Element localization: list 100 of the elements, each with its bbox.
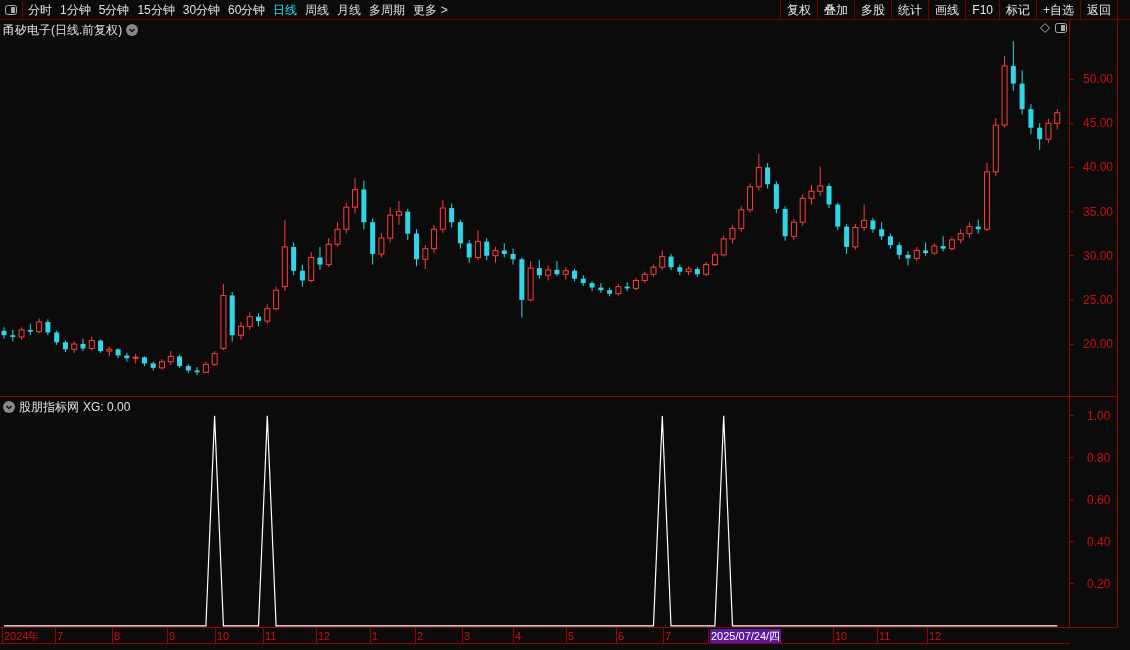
- date-axis-label: 2: [417, 628, 424, 643]
- price-axis-label: 25.00: [1083, 291, 1114, 308]
- chart-title: 甬矽电子(日线.前复权): [3, 22, 123, 39]
- candlestick: [659, 249, 666, 271]
- price-axis-label: 20.00: [1083, 336, 1114, 352]
- candlestick: [439, 199, 446, 234]
- period-tab[interactable]: 更多 >: [413, 0, 448, 19]
- indicator-axis-label: 0.20: [1087, 575, 1111, 592]
- date-axis-label: 10: [217, 628, 230, 643]
- date-axis-label: 3: [464, 628, 471, 643]
- candlestick: [1, 326, 7, 340]
- date-axis-label: 11: [879, 628, 891, 643]
- candlestick: [264, 303, 271, 325]
- period-tab[interactable]: 月线: [337, 0, 362, 19]
- chevron-down-icon[interactable]: [3, 401, 15, 413]
- indicator-reading: XG: 0.00: [83, 399, 131, 416]
- candlestick: [589, 280, 595, 292]
- indicator-axis-label: 0.80: [1087, 449, 1111, 466]
- date-axis-label: 11: [265, 628, 277, 643]
- price-axis-label: 40.00: [1083, 159, 1114, 176]
- candlestick: [1028, 103, 1034, 135]
- toolbar-button[interactable]: 返回: [1080, 0, 1117, 19]
- period-tab[interactable]: 60分钟: [228, 0, 266, 19]
- price-axis-label: 50.00: [1083, 71, 1114, 88]
- chevron-down-icon[interactable]: [126, 24, 139, 36]
- diamond-icon[interactable]: [1040, 23, 1050, 33]
- candlestick: [457, 219, 463, 250]
- date-axis-label: 10: [835, 628, 848, 643]
- indicator-axis-label: 1.00: [1087, 407, 1111, 424]
- toolbar-button[interactable]: +自选: [1036, 0, 1080, 19]
- candlestick: [395, 200, 402, 226]
- date-axis-label: 4: [515, 628, 522, 643]
- panel-icon: [5, 4, 17, 15]
- candlestick: [536, 259, 542, 280]
- candlestick: [343, 202, 350, 235]
- date-axis-label: 9: [169, 628, 176, 643]
- date-axis-label: 7: [665, 628, 672, 643]
- date-axis-label: 5: [568, 628, 575, 643]
- period-tab[interactable]: 1分钟: [60, 0, 91, 19]
- candlestick: [1054, 108, 1061, 130]
- period-tab[interactable]: 多周期: [369, 0, 406, 19]
- period-tab[interactable]: 15分钟: [137, 0, 175, 19]
- period-tab[interactable]: 30分钟: [182, 0, 221, 19]
- period-tab[interactable]: 分时: [28, 0, 52, 19]
- candlestick: [835, 202, 841, 231]
- candlestick: [308, 251, 315, 283]
- candlestick: [325, 237, 332, 268]
- candlestick: [80, 338, 86, 352]
- candlestick: [554, 260, 560, 277]
- candlestick: [1010, 40, 1016, 92]
- date-axis-label: 7: [57, 628, 64, 643]
- candlestick: [466, 239, 472, 264]
- toolbar-button[interactable]: 统计: [891, 0, 929, 19]
- period-tab[interactable]: 5分钟: [98, 0, 130, 19]
- panel-icon[interactable]: [1055, 23, 1067, 33]
- candlestick: [852, 223, 859, 251]
- toolbar-button[interactable]: 画线: [928, 0, 966, 19]
- candlestick: [291, 241, 297, 276]
- candlestick: [273, 286, 280, 311]
- candlestick: [1037, 122, 1043, 151]
- price-axis-label: 35.00: [1083, 203, 1114, 220]
- candlestick: [861, 204, 868, 232]
- candlestick: [738, 205, 745, 233]
- candlestick: [755, 153, 762, 191]
- candlestick: [422, 244, 429, 270]
- date-axis-label: 2024年: [4, 628, 40, 643]
- indicator-axis-label: 0.60: [1087, 491, 1111, 508]
- indicator-axis-label: 0.40: [1087, 533, 1111, 550]
- candlestick: [449, 203, 455, 228]
- candlestick: [817, 166, 824, 197]
- date-axis-label: 8: [114, 628, 121, 643]
- candlestick: [1045, 118, 1052, 144]
- candlestick: [352, 177, 359, 214]
- toolbar-button[interactable]: F10: [965, 0, 999, 19]
- candlestick: [765, 162, 771, 190]
- candlestick: [826, 182, 832, 209]
- candlestick: [405, 208, 411, 241]
- candlestick: [387, 206, 394, 243]
- toolbar-button[interactable]: 叠加: [817, 0, 855, 19]
- candlestick: [431, 224, 438, 254]
- date-axis-label: 1: [372, 628, 379, 643]
- date-axis-label: 12: [929, 628, 942, 643]
- candlestick: [720, 234, 727, 258]
- candlestick: [808, 184, 815, 206]
- date-axis-label: 6: [618, 628, 625, 643]
- candlestick: [484, 237, 490, 261]
- candlestick: [378, 232, 385, 258]
- toolbar-button[interactable]: 标记: [999, 0, 1036, 19]
- candlestick: [317, 246, 323, 271]
- toolbar-button[interactable]: 复权: [780, 0, 818, 19]
- candlestick: [747, 182, 754, 213]
- candlestick: [299, 264, 305, 288]
- date-axis-label: 12: [318, 628, 331, 643]
- period-tab[interactable]: 日线: [273, 0, 298, 19]
- candlestick: [729, 224, 736, 244]
- candlestick: [799, 193, 806, 227]
- toolbar-button[interactable]: 多股: [854, 0, 892, 19]
- price-axis-label: 30.00: [1083, 247, 1114, 264]
- period-tab[interactable]: 周线: [305, 0, 330, 19]
- candlestick: [334, 221, 341, 248]
